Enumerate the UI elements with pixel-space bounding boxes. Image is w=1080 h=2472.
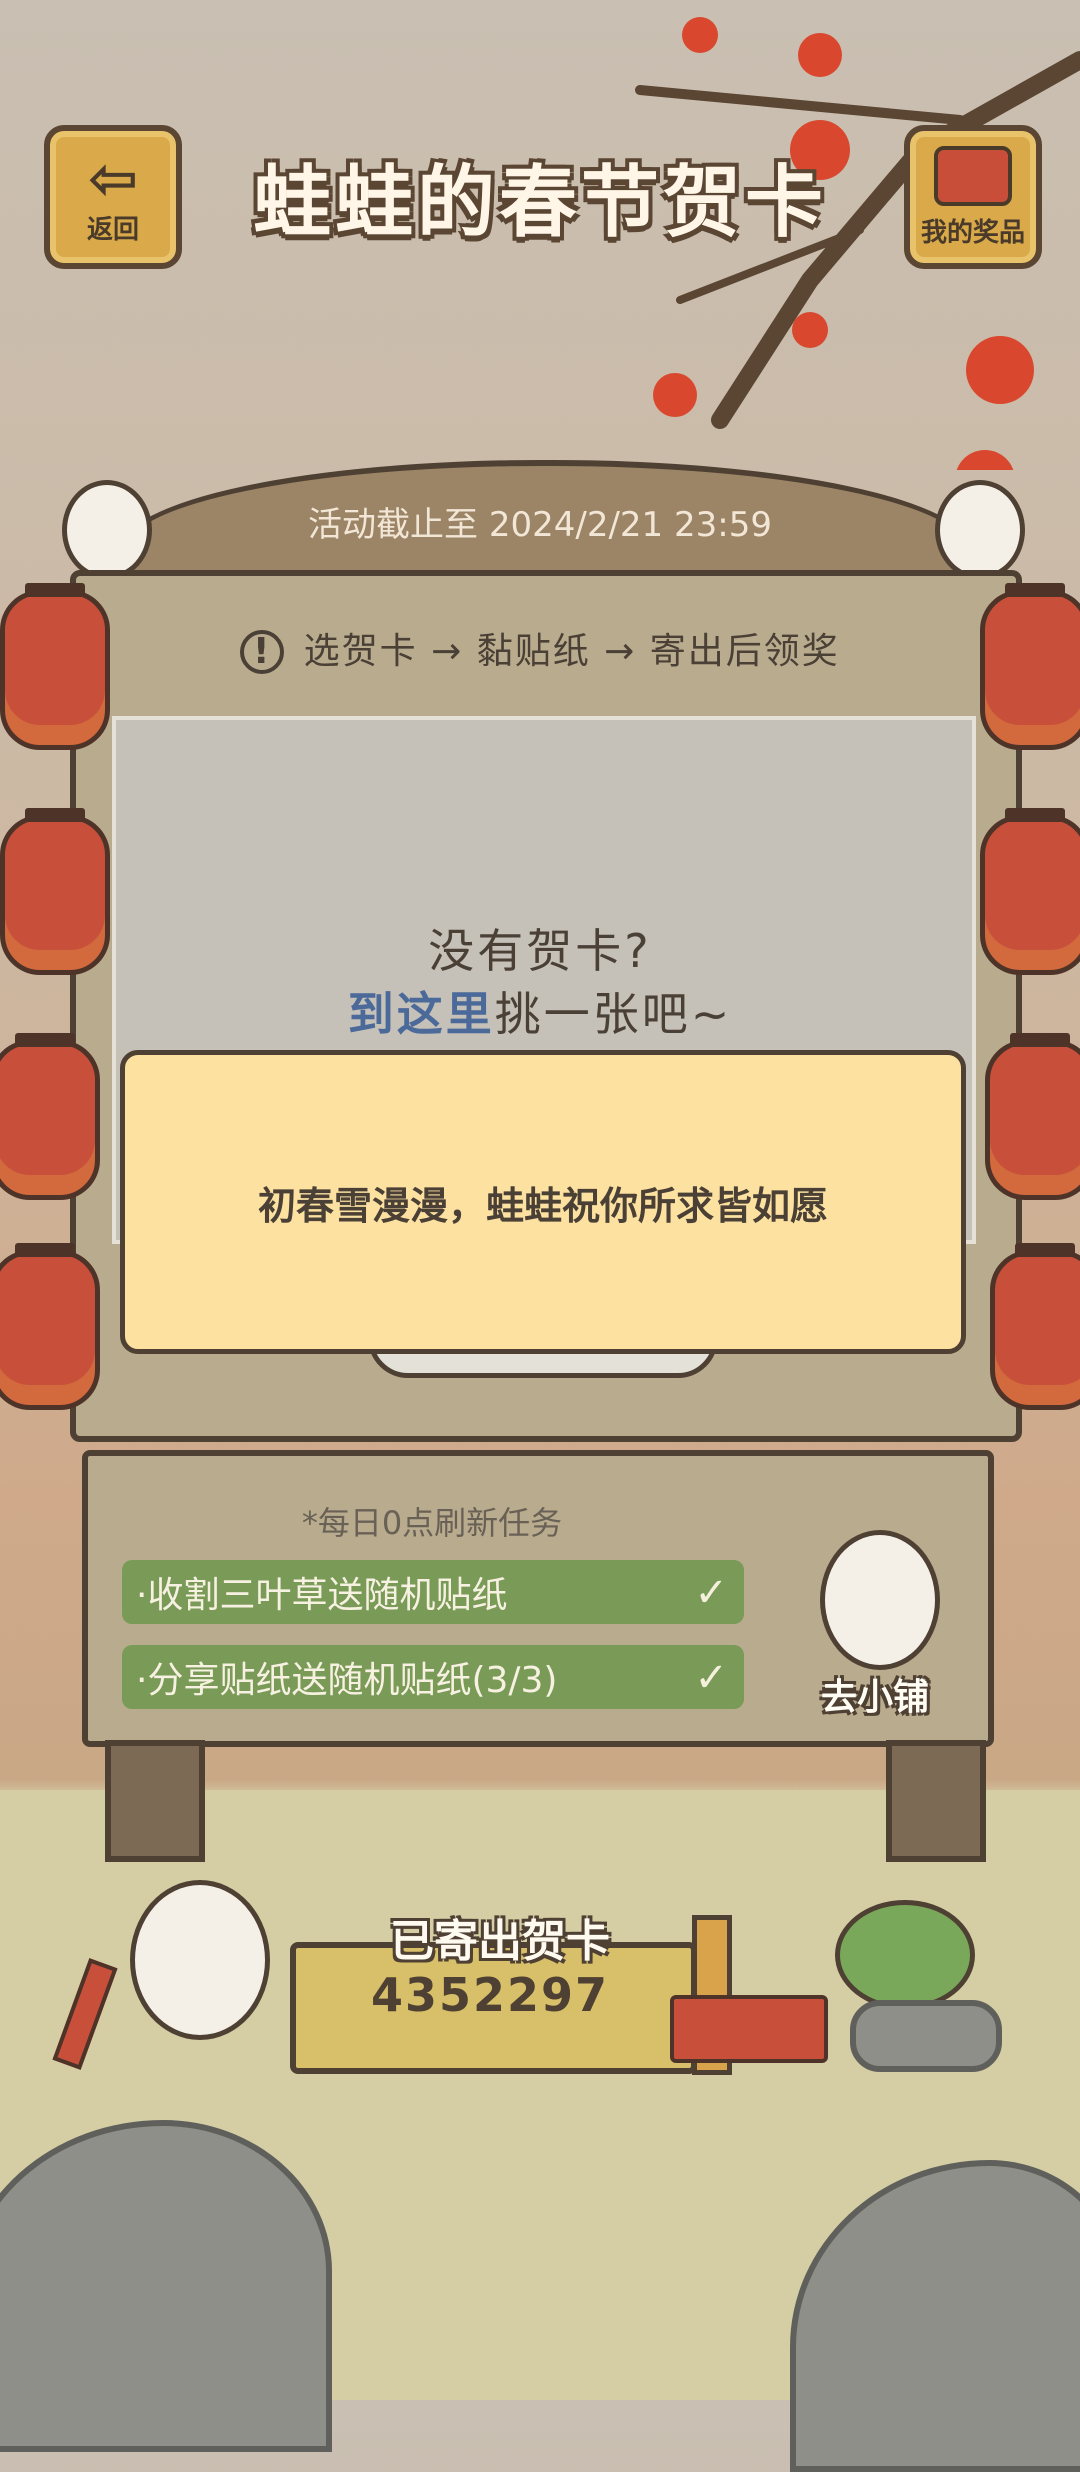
instruction-text: 选贺卡 → 黏贴纸 → 寄出后领奖	[303, 631, 840, 672]
rabbit-character	[130, 1880, 270, 2040]
rock-small	[850, 2000, 1002, 2072]
toast-message: 初春雪漫漫，蛙蛙祝你所求皆如愿	[257, 1183, 828, 1228]
check-icon: ✓	[694, 1655, 728, 1701]
task-label: ·分享贴纸送随机贴纸(3/3)	[136, 1660, 558, 1701]
lantern-icon	[990, 1243, 1080, 1410]
my-prizes-label: 我的奖品	[920, 217, 1025, 248]
lantern-icon	[0, 1033, 100, 1200]
frog-character	[835, 1900, 975, 2010]
bunny-decoration-right	[935, 480, 1025, 580]
no-card-question: 没有贺卡?	[428, 924, 652, 978]
lantern-icon	[0, 1243, 100, 1410]
lantern-icon	[0, 808, 110, 975]
go-to-shop-button[interactable]: 去小铺	[800, 1668, 950, 1720]
lantern-icon	[980, 808, 1080, 975]
back-label: 返回	[86, 214, 139, 245]
refresh-hint: *每日0点刷新任务	[301, 1504, 563, 1542]
task-item-share-sticker[interactable]: ·分享贴纸送随机贴纸(3/3) ✓	[122, 1645, 744, 1709]
greeting-toast: 初春雪漫漫，蛙蛙祝你所求皆如愿	[120, 1050, 966, 1354]
task-label: ·收割三叶草送随机贴纸	[136, 1575, 508, 1616]
my-prizes-button[interactable]: 我的奖品	[904, 125, 1042, 269]
pick-card-link[interactable]: 到这里	[348, 987, 495, 1041]
sent-cards-count: 4352297	[370, 1968, 610, 2022]
lantern-icon	[980, 583, 1080, 750]
back-button[interactable]: ⇦ 返回	[44, 125, 182, 269]
pick-card-prompt: 到这里挑一张吧~	[112, 978, 968, 1044]
shop-bunny-icon[interactable]	[820, 1530, 940, 1670]
lantern-icon	[0, 583, 110, 750]
exclamation-circle-icon: !	[240, 630, 285, 674]
lantern-icon	[985, 1033, 1080, 1200]
event-deadline: 活动截止至 2024/2/21 23:59	[308, 505, 772, 545]
task-item-harvest-clover[interactable]: ·收割三叶草送随机贴纸 ✓	[122, 1560, 744, 1624]
instruction-line: ! 选贺卡 → 黏贴纸 → 寄出后领奖	[100, 622, 980, 674]
treasure-chest-icon	[934, 145, 1012, 206]
board-post-right	[886, 1740, 986, 1862]
rock-left	[0, 2120, 332, 2452]
arrow-left-icon: ⇦	[87, 143, 139, 214]
board-post-left	[105, 1740, 205, 1862]
page-title: 蛙蛙的春节贺卡	[252, 158, 827, 248]
check-icon: ✓	[694, 1570, 728, 1616]
sent-cards-label: 已寄出贺卡	[390, 1916, 610, 1967]
bunny-decoration-left	[62, 480, 152, 580]
pick-card-suffix: 挑一张吧~	[494, 987, 733, 1041]
bricks-decoration	[670, 1995, 828, 2063]
